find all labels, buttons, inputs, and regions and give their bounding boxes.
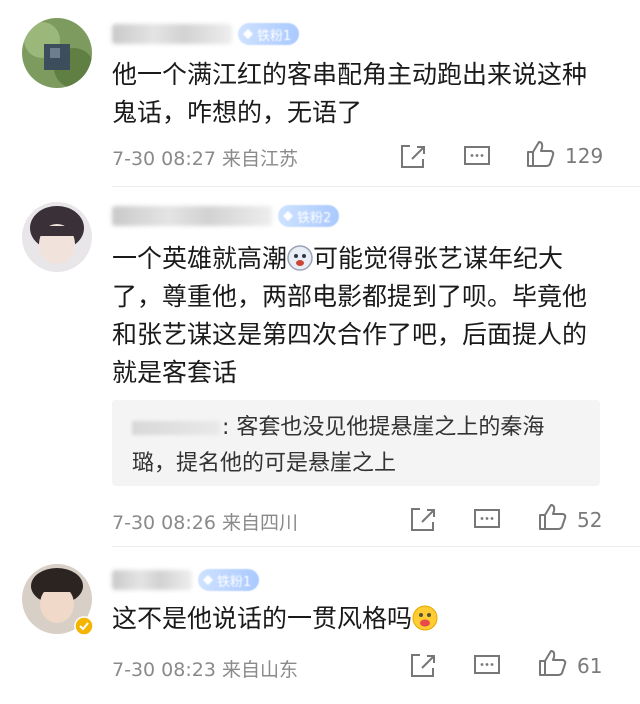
reply-username-blurred[interactable] [132,421,220,435]
share-icon [401,145,425,168]
crying-face-icon [287,245,313,271]
share-button[interactable] [406,650,440,680]
like-button[interactable] [536,648,570,678]
diamond-icon [203,575,213,585]
timestamp: 7-30 08:23 [112,659,216,681]
reply-line: 璐，提名他的可是悬崖之上 [132,451,397,476]
comment-meta: 7-30 08:23 来自山东 [112,655,298,682]
username-blurred[interactable] [112,206,272,226]
reply-quote[interactable]: : 客套也没见他提悬崖之上的秦海 璐，提名他的可是悬崖之上 [112,400,600,486]
timestamp: 7-30 08:27 [112,148,216,170]
comment-text-line: 就是客套话 [112,358,238,387]
reply-button[interactable] [470,504,504,534]
avatar[interactable] [22,202,92,272]
share-icon [411,508,435,531]
username-blurred[interactable] [112,570,192,590]
comment-3: 铁粉1 这不是他说话的一贯风格吗 7-30 08:23 来自山东 61 [0,550,640,704]
location: 来自江苏 [221,148,298,170]
share-button[interactable] [406,504,440,534]
like-button[interactable] [524,139,558,169]
reply-text-part: 客套也没见他提悬崖之上的秦海 [236,415,545,440]
comment-2: 铁粉2 一个英雄就高潮 可能觉得张艺谋年纪大 了，尊重他，两部电影都提到了呗。毕竟… [0,190,640,550]
thumbs-up-icon [527,141,555,167]
verified-icon [74,616,94,636]
like-button[interactable] [536,502,570,532]
comment-text: 一个英雄就高潮 可能觉得张艺谋年纪大 了，尊重他，两部电影都提到了呗。毕竟他 和张… [112,240,612,392]
username-blurred[interactable] [112,24,232,44]
diamond-icon [243,29,253,39]
timestamp: 7-30 08:26 [112,512,216,534]
comment-text-line: 鬼话，咋想的，无语了 [112,98,363,127]
username-row: 铁粉2 [112,204,340,228]
like-count: 52 [577,508,603,532]
badge-label: 铁粉1 [257,28,292,44]
comment-text-line: 他一个满江红的客串配角主动跑出来说这种 [112,60,588,89]
username-row: 铁粉1 [112,568,260,592]
comment-text-line: 一个英雄就高潮 可能觉得张艺谋年纪大 [112,240,612,278]
tongue-out-face-icon [412,605,438,631]
comment-icon [464,146,490,165]
reply-button[interactable] [470,650,504,680]
like-count: 61 [577,654,603,678]
reply-colon: : [222,415,230,440]
reply-text: : 客套也没见他提悬崖之上的秦海 璐，提名他的可是悬崖之上 [132,410,592,482]
reply-button[interactable] [460,141,494,171]
location: 来自山东 [221,659,298,681]
diamond-icon [283,211,293,221]
fan-badge[interactable]: 铁粉2 [278,205,340,227]
comment-text: 这不是他说话的一贯风格吗 [112,600,612,638]
comment-icon [474,655,500,674]
thumbs-up-icon [539,650,567,676]
comment-text-line: 了，尊重他，两部电影都提到了呗。毕竟他 [112,282,588,311]
like-count: 129 [565,144,604,168]
location: 来自四川 [221,512,298,534]
badge-label: 铁粉1 [217,574,252,590]
comment-text-part: 可能觉得张艺谋年纪大 [313,244,564,273]
share-icon [411,654,435,677]
share-button[interactable] [396,141,430,171]
comment-meta: 7-30 08:27 来自江苏 [112,144,298,171]
badge-label: 铁粉2 [297,210,332,226]
reply-line: : 客套也没见他提悬崖之上的秦海 [132,410,592,446]
comment-icon [474,509,500,528]
comment-meta: 7-30 08:26 来自四川 [112,508,298,535]
avatar[interactable] [22,18,92,88]
username-row: 铁粉1 [112,22,300,46]
fan-badge[interactable]: 铁粉1 [238,23,300,45]
comment-text-part: 这不是他说话的一贯风格吗 [112,604,413,633]
divider [112,186,640,187]
fan-badge[interactable]: 铁粉1 [198,569,260,591]
divider [112,546,640,547]
comment-text-part: 一个英雄就高潮 [112,244,288,273]
comment-text: 他一个满江红的客串配角主动跑出来说这种 鬼话，咋想的，无语了 [112,56,612,132]
comment-text-line: 和张艺谋这是第四次合作了吧，后面提人的 [112,320,588,349]
thumbs-up-icon [539,504,567,530]
comment-1: 铁粉1 他一个满江红的客串配角主动跑出来说这种 鬼话，咋想的，无语了 7-30 … [0,0,640,190]
